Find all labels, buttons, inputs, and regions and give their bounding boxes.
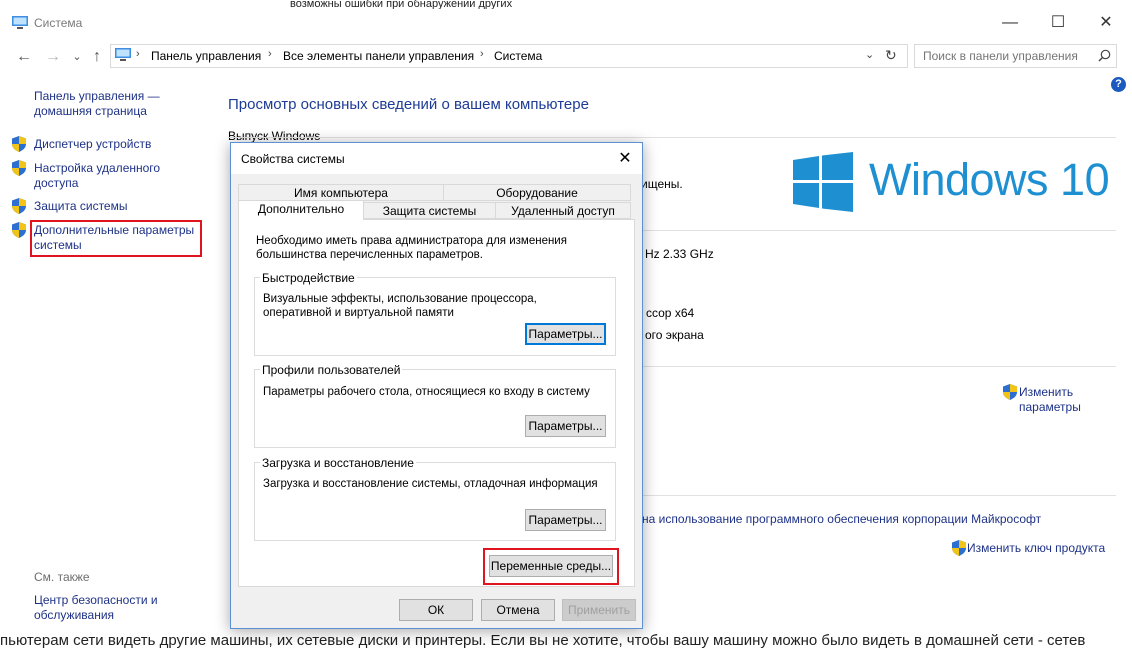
maximize-button[interactable]: ☐: [1035, 8, 1081, 38]
shield-icon: [12, 136, 26, 152]
shield-icon: [1003, 384, 1017, 400]
search-box[interactable]: [914, 44, 1117, 68]
search-icon[interactable]: [1098, 49, 1111, 62]
computer-icon: [12, 16, 28, 29]
windows-logo: Windows 10: [793, 152, 1113, 212]
processor-type-fragment: ссор x64: [646, 306, 695, 320]
highlight-box: [30, 220, 202, 257]
address-dropdown-chevron-icon[interactable]: ⌄: [865, 48, 874, 61]
performance-title: Быстродействие: [260, 271, 357, 285]
recent-locations-chevron-icon[interactable]: ⌄: [68, 48, 86, 66]
control-panel-icon: [115, 48, 131, 61]
address-bar[interactable]: › Панель управления › Все элементы панел…: [110, 44, 908, 68]
title-bar: Система — ☐ ✕: [0, 0, 1132, 40]
protected-text-fragment: ищены.: [641, 177, 683, 191]
sidebar-item-remote-settings[interactable]: Настройка удаленного доступа: [34, 161, 160, 191]
performance-settings-button[interactable]: Параметры...: [525, 323, 606, 345]
tab-remote[interactable]: Удаленный доступ: [495, 202, 631, 219]
breadcrumb-control-panel[interactable]: Панель управления: [151, 49, 261, 63]
shield-icon: [12, 160, 26, 176]
breadcrumb-separator-icon: ›: [268, 48, 272, 60]
control-panel-home-link[interactable]: Панель управления — домашняя страница: [34, 89, 160, 119]
background-text-top: возможны ошибки при обнаружении других: [290, 0, 513, 9]
admin-note: Необходимо иметь права администратора дл…: [256, 235, 567, 261]
startup-recovery-settings-button[interactable]: Параметры...: [525, 509, 606, 531]
divider: [641, 366, 1116, 367]
breadcrumb-separator-icon: ›: [136, 48, 140, 60]
divider: [228, 137, 1116, 138]
screen-input-fragment: ого экрана: [645, 328, 704, 342]
dialog-close-icon[interactable]: ✕: [612, 147, 638, 171]
background-text-bottom: пьютерам сети видеть другие машины, их с…: [0, 632, 1086, 649]
see-also-security-center-link[interactable]: Центр безопасности и обслуживания: [34, 593, 158, 623]
sidebar-item-system-protection[interactable]: Защита системы: [34, 199, 127, 214]
shield-icon: [952, 540, 966, 556]
shield-icon: [12, 198, 26, 214]
apply-button[interactable]: Применить: [562, 599, 636, 621]
close-button[interactable]: ✕: [1083, 8, 1129, 38]
user-profiles-title: Профили пользователей: [260, 363, 403, 377]
back-arrow-icon[interactable]: ←: [15, 48, 33, 66]
system-properties-dialog: Свойства системы ✕ Имя компьютера Оборуд…: [230, 142, 643, 629]
breadcrumb-system[interactable]: Система: [494, 49, 542, 63]
dialog-title: Свойства системы: [241, 152, 345, 166]
sidebar-item-device-manager[interactable]: Диспетчер устройств: [34, 137, 151, 152]
forward-arrow-icon[interactable]: →: [44, 48, 62, 66]
refresh-icon[interactable]: ↻: [885, 47, 897, 64]
cpu-speed-fragment: Hz 2.33 GHz: [645, 247, 714, 261]
divider: [641, 230, 1116, 231]
license-terms-link[interactable]: на использование программного обеспечени…: [642, 512, 1041, 526]
up-arrow-icon[interactable]: ↑: [88, 48, 106, 66]
minimize-button[interactable]: —: [987, 8, 1033, 38]
divider: [641, 495, 1116, 496]
advanced-tab-panel: Необходимо иметь права администратора дл…: [238, 219, 635, 587]
see-also-label: См. также: [34, 570, 90, 584]
tab-advanced[interactable]: Дополнительно: [238, 200, 364, 220]
ok-button[interactable]: ОК: [399, 599, 473, 621]
change-product-key-link[interactable]: Изменить ключ продукта: [967, 541, 1105, 555]
breadcrumb-all-items[interactable]: Все элементы панели управления: [283, 49, 474, 63]
help-icon[interactable]: ?: [1111, 77, 1126, 92]
user-profiles-settings-button[interactable]: Параметры...: [525, 415, 606, 437]
breadcrumb-separator-icon: ›: [480, 48, 484, 60]
tab-system-protection[interactable]: Защита системы: [363, 202, 496, 219]
highlight-box: [483, 548, 619, 585]
shield-icon: [12, 222, 26, 238]
startup-recovery-description: Загрузка и восстановление системы, отлад…: [263, 478, 598, 490]
tab-hardware[interactable]: Оборудование: [443, 184, 631, 201]
search-input[interactable]: [921, 48, 1095, 64]
performance-description: Визуальные эффекты, использование процес…: [263, 293, 537, 319]
dialog-title-bar: Свойства системы ✕: [231, 143, 642, 174]
change-settings-link[interactable]: Изменить параметры: [1019, 385, 1081, 415]
windows-10-wordmark: Windows 10: [869, 154, 1110, 205]
window-title: Система: [34, 16, 83, 30]
windows-edition-label: Выпуск Windows: [228, 129, 321, 143]
cancel-button[interactable]: Отмена: [481, 599, 555, 621]
page-title: Просмотр основных сведений о вашем компь…: [228, 96, 589, 113]
tab-computer-name[interactable]: Имя компьютера: [238, 184, 444, 201]
user-profiles-description: Параметры рабочего стола, относящиеся ко…: [263, 386, 590, 398]
windows-logo-icon: [793, 152, 853, 212]
startup-recovery-title: Загрузка и восстановление: [260, 456, 416, 470]
